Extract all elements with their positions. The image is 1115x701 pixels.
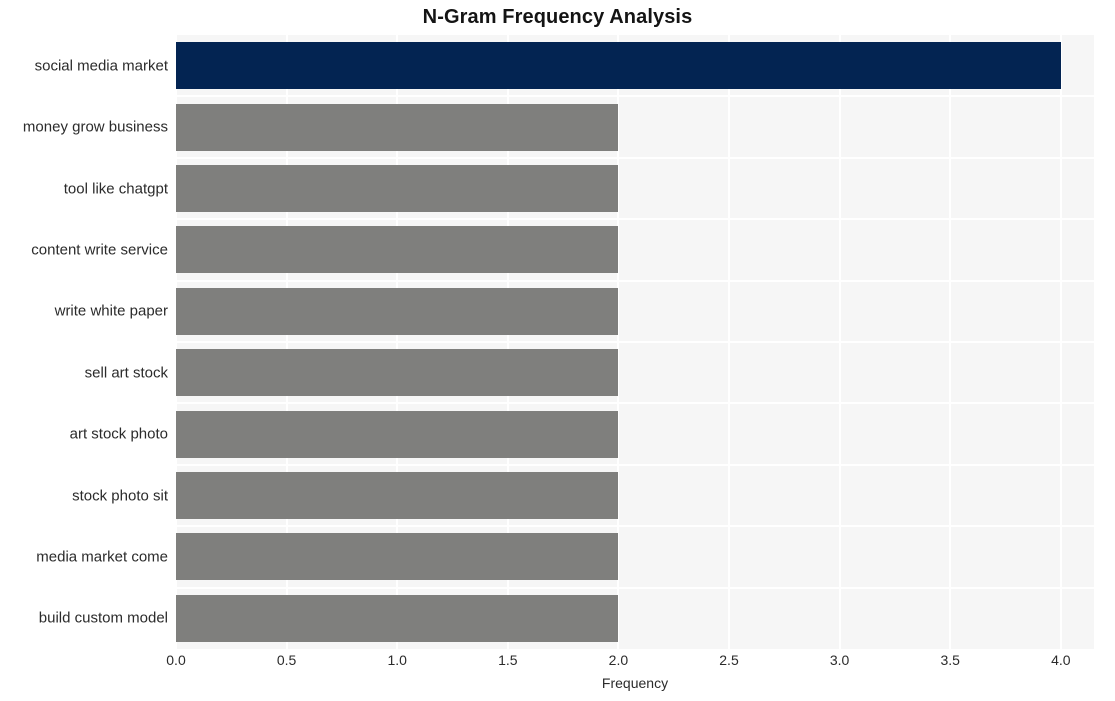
x-axis-tick-label: 0.5	[276, 652, 297, 668]
x-axis-tick-label: 2.0	[608, 652, 629, 668]
x-axis-tick-label: 2.5	[719, 652, 739, 668]
bar	[176, 410, 619, 458]
y-axis-tick-label: art stock photo	[69, 425, 168, 443]
gridline-horizontal	[176, 586, 1094, 589]
x-axis-tick-label: 3.0	[829, 652, 850, 668]
ngram-frequency-chart: N-Gram Frequency Analysis social media m…	[0, 0, 1115, 701]
x-axis-tick-label: 4.0	[1051, 652, 1071, 668]
bar	[176, 533, 619, 581]
x-axis-tick-label: 0.0	[166, 652, 186, 668]
x-axis-tick-labels: 0.0 0.5 1.0 1.5 2.0 2.5 3.0 3.5 4.0	[0, 652, 1115, 676]
bar	[176, 226, 619, 274]
plot-area	[176, 35, 1094, 649]
y-axis-tick-label: media market come	[36, 548, 168, 566]
gridline-horizontal	[176, 525, 1094, 528]
x-axis-tick-label: 1.0	[387, 652, 407, 668]
y-axis-tick-label: money grow business	[22, 118, 168, 136]
bar	[176, 103, 619, 151]
x-axis-tick-label: 1.5	[498, 652, 518, 668]
gridline-horizontal	[176, 463, 1094, 466]
y-axis-tick-label: write white paper	[54, 302, 168, 320]
y-axis-tick-label: stock photo sit	[72, 487, 168, 504]
y-axis-labels: social media market money grow business to…	[0, 0, 172, 701]
x-axis-title: Frequency	[601, 675, 669, 691]
y-axis-tick-label: build custom model	[38, 609, 168, 627]
bar	[176, 594, 619, 642]
y-axis-tick-label: sell art stock	[84, 364, 168, 382]
x-axis-tick-label: 3.5	[940, 652, 960, 668]
gridline-horizontal	[176, 341, 1094, 343]
y-axis-tick-label: social media market	[34, 57, 168, 75]
gridline-horizontal	[176, 156, 1094, 159]
bar	[176, 42, 1061, 90]
gridline-horizontal	[176, 279, 1094, 282]
gridline-horizontal	[176, 95, 1094, 98]
gridline-horizontal	[176, 402, 1094, 405]
gridline-horizontal	[176, 218, 1094, 221]
bar	[176, 165, 619, 212]
y-axis-tick-label: tool like chatgpt	[63, 180, 168, 197]
bar	[176, 287, 619, 335]
y-axis-tick-label: content write service	[31, 241, 168, 259]
bar	[176, 472, 619, 519]
bar	[176, 349, 619, 397]
